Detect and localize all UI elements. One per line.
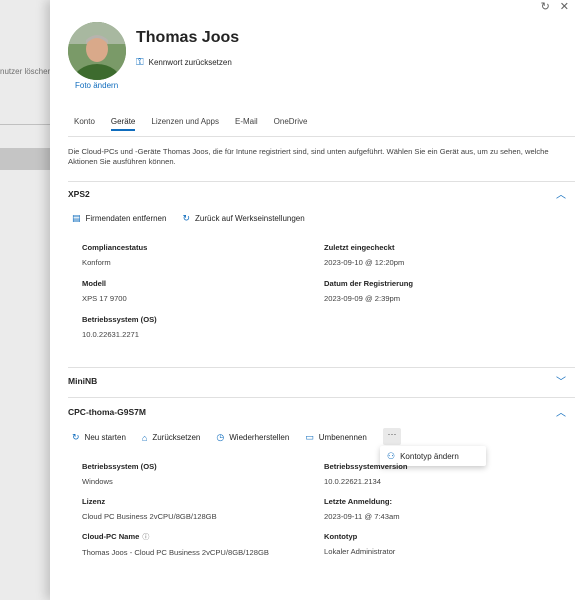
reset-password-label: Kennwort zurücksetzen bbox=[148, 58, 232, 67]
section-divider bbox=[68, 181, 575, 182]
user-details-panel: ↻ ✕ Foto ändern Thomas Joos ⚿ Kennwort z… bbox=[50, 0, 575, 600]
xps2-model: Modell XPS 17 9700 bbox=[82, 279, 127, 303]
close-icon[interactable]: ✕ bbox=[560, 0, 569, 13]
panel-window-controls: ↻ ✕ bbox=[541, 0, 569, 13]
restart-label: Neu starten bbox=[84, 433, 126, 442]
cpc-last-login: Letzte Anmeldung: 2023-09-11 @ 7:43am bbox=[324, 497, 400, 521]
refresh-icon[interactable]: ↻ bbox=[541, 0, 550, 13]
cpc-os-version: Betriebssystemversion 10.0.22621.2134 bbox=[324, 462, 408, 486]
history-icon: ◷ bbox=[216, 432, 225, 442]
change-photo-link[interactable]: Foto ändern bbox=[75, 81, 118, 90]
tab-lizenzen[interactable]: Lizenzen und Apps bbox=[151, 117, 219, 131]
cpc-license: Lizenz Cloud PC Business 2vCPU/8GB/128GB bbox=[82, 497, 217, 521]
restart-button[interactable]: ↻ Neu starten bbox=[72, 432, 126, 443]
user-display-name: Thomas Joos bbox=[136, 29, 240, 46]
cpc-os: Betriebssystem (OS) Windows bbox=[82, 462, 157, 486]
device-title-cpc[interactable]: CPC-thoma-G9S7M bbox=[68, 407, 146, 417]
tab-bar: Konto Geräte Lizenzen und Apps E-Mail On… bbox=[74, 117, 323, 131]
more-actions-button[interactable]: ··· bbox=[383, 428, 401, 445]
cpc-action-bar: ↻ Neu starten ⌂ Zurücksetzen ◷ Wiederher… bbox=[72, 432, 383, 443]
tab-geraete[interactable]: Geräte bbox=[110, 117, 136, 131]
tab-divider bbox=[68, 136, 575, 137]
key-icon: ⚿ bbox=[136, 57, 144, 68]
reset-button[interactable]: ⌂ Zurücksetzen bbox=[142, 433, 200, 443]
factory-reset-label: Zurück auf Werkseinstellungen bbox=[195, 214, 305, 223]
chevron-up-icon[interactable]: ︿ bbox=[556, 186, 566, 201]
xps2-last-checkin: Zuletzt eingecheckt 2023-09-10 @ 12:20pm bbox=[324, 243, 405, 267]
tab-konto[interactable]: Konto bbox=[74, 117, 95, 131]
restore-button[interactable]: ◷ Wiederherstellen bbox=[216, 432, 289, 443]
info-icon[interactable]: ⓘ bbox=[142, 534, 149, 541]
reset-label: Zurücksetzen bbox=[152, 433, 201, 442]
rename-button[interactable]: ▭ Umbenennen bbox=[305, 432, 367, 443]
restart-icon: ↻ bbox=[72, 432, 80, 442]
change-account-type-label: Kontotyp ändern bbox=[400, 451, 459, 461]
tab-email[interactable]: E-Mail bbox=[235, 117, 258, 131]
device-title-mininb[interactable]: MiniNB bbox=[68, 376, 97, 386]
reset-icon: ⌂ bbox=[141, 432, 148, 443]
chevron-down-icon[interactable]: ﹀ bbox=[556, 373, 566, 388]
xps2-os: Betriebssystem (OS) 10.0.22631.2271 bbox=[82, 315, 157, 339]
rename-icon: ▭ bbox=[305, 432, 314, 442]
cpc-account-type: Kontotyp Lokaler Administrator bbox=[324, 532, 396, 556]
restore-label: Wiederherstellen bbox=[229, 433, 290, 442]
avatar bbox=[68, 22, 126, 80]
xps2-compliance: Compliancestatus Konform bbox=[82, 243, 148, 267]
tab-onedrive[interactable]: OneDrive bbox=[274, 117, 308, 131]
person-swap-icon: ⚇ bbox=[387, 450, 396, 461]
rename-label: Umbenennen bbox=[318, 433, 367, 442]
section-divider bbox=[68, 367, 575, 368]
section-divider bbox=[68, 397, 575, 398]
reset-password-button[interactable]: ⚿ Kennwort zurücksetzen bbox=[136, 57, 232, 68]
cpc-name: Cloud-PC Name ⓘ Thomas Joos - Cloud PC Bu… bbox=[82, 532, 269, 557]
background-page: nutzer löschen bbox=[0, 0, 50, 600]
devices-description: Die Cloud-PCs und -Geräte Thomas Joos, d… bbox=[68, 147, 549, 166]
wipe-label: Firmendaten entfernen bbox=[85, 214, 167, 223]
chevron-up-icon[interactable]: ︿ bbox=[556, 404, 566, 419]
xps2-registered: Datum der Registrierung 2023-09-09 @ 2:3… bbox=[324, 279, 414, 303]
factory-reset-button[interactable]: ↻ Zurück auf Werkseinstellungen bbox=[182, 213, 304, 224]
wipe-company-data-button[interactable]: ▤ Firmendaten entfernen bbox=[72, 213, 166, 224]
reset-icon: ↻ bbox=[182, 213, 190, 223]
xps2-action-bar: ▤ Firmendaten entfernen ↻ Zurück auf Wer… bbox=[72, 213, 321, 224]
device-title-xps2[interactable]: XPS2 bbox=[68, 189, 90, 199]
document-remove-icon: ▤ bbox=[72, 213, 81, 223]
